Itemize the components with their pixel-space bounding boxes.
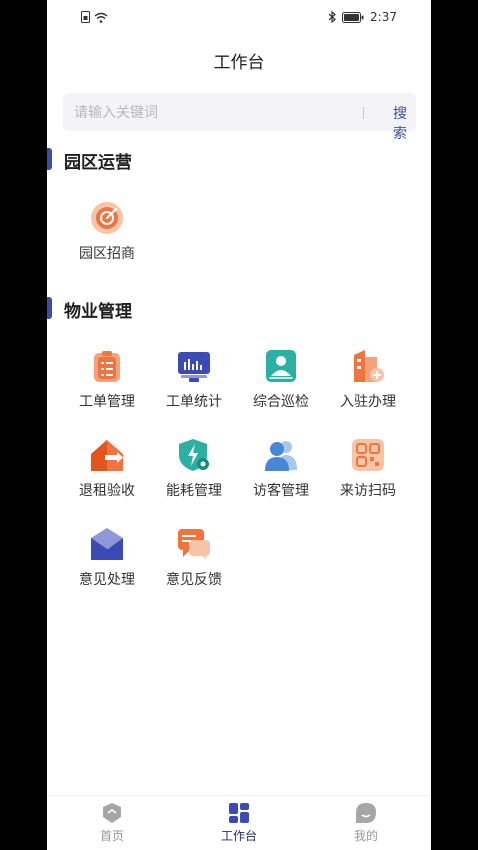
search-divider [363, 107, 364, 119]
visitors-icon [265, 441, 297, 471]
sim-icon [81, 11, 90, 23]
item-label: 能耗管理 [166, 483, 222, 499]
clipboard-icon [94, 351, 120, 382]
item-label: 退租验收 [79, 483, 135, 499]
home-shield-icon [103, 803, 121, 823]
item-move-in[interactable]: 入驻办理 [324, 349, 412, 421]
tab-home[interactable]: 首页 [64, 796, 160, 850]
bluetooth-icon [328, 11, 336, 23]
item-checkout[interactable]: 退租验收 [63, 438, 151, 510]
tab-label: 工作台 [220, 829, 257, 843]
page-title: 工作台 [213, 53, 265, 73]
app-screen: 2:37 工作台 请输入关键词 搜索 园区运营 园区招商 物业管理 工单管理 工… [47, 0, 431, 850]
monitor-chart-icon [178, 352, 210, 382]
chat-bubble-icon [178, 529, 210, 560]
house-exit-icon [91, 440, 123, 471]
item-visit-scan[interactable]: 来访扫码 [324, 438, 412, 510]
energy-shield-icon [179, 439, 209, 471]
item-energy[interactable]: 能耗管理 [150, 438, 238, 510]
grid-icon [229, 803, 249, 823]
section-title-park-ops: 园区运营 [64, 153, 132, 173]
section-marker [47, 297, 52, 319]
item-label: 工单统计 [166, 394, 222, 410]
building-add-icon [354, 350, 384, 382]
item-work-order-stats[interactable]: 工单统计 [150, 349, 238, 421]
item-label: 意见处理 [79, 572, 135, 588]
tab-label: 我的 [353, 829, 378, 843]
bottom-tab-bar: 首页 工作台 我的 [47, 795, 431, 850]
item-opinion-processing[interactable]: 意见处理 [63, 527, 151, 599]
item-label: 意见反馈 [166, 572, 222, 588]
item-label: 综合巡检 [253, 394, 309, 410]
envelope-icon [91, 528, 123, 560]
item-park-investment[interactable]: 园区招商 [63, 201, 151, 273]
tab-workbench[interactable]: 工作台 [191, 796, 287, 850]
item-label: 园区招商 [79, 246, 135, 262]
search-input[interactable]: 请输入关键词 [74, 102, 158, 122]
item-visitors[interactable]: 访客管理 [237, 438, 325, 510]
item-label: 访客管理 [253, 483, 309, 499]
item-work-order-management[interactable]: 工单管理 [63, 349, 151, 421]
person-scan-icon [266, 350, 296, 382]
tab-label: 首页 [99, 829, 124, 843]
search-button[interactable]: 搜索 [393, 103, 416, 143]
section-title-property: 物业管理 [64, 302, 132, 322]
status-bar: 2:37 [47, 0, 431, 36]
section-marker [47, 148, 52, 170]
item-label: 工单管理 [79, 394, 135, 410]
profile-icon [356, 803, 376, 823]
battery-icon [342, 11, 364, 23]
status-time: 2:37 [370, 10, 397, 24]
item-inspection[interactable]: 综合巡检 [237, 349, 325, 421]
item-label: 入驻办理 [340, 394, 396, 410]
item-label: 来访扫码 [340, 483, 396, 499]
target-icon [91, 202, 123, 234]
item-opinion-feedback[interactable]: 意见反馈 [150, 527, 238, 599]
wifi-icon [94, 12, 108, 23]
qr-code-icon [352, 439, 384, 471]
tab-profile[interactable]: 我的 [318, 796, 414, 850]
search-bar[interactable]: 请输入关键词 搜索 [63, 93, 416, 142]
